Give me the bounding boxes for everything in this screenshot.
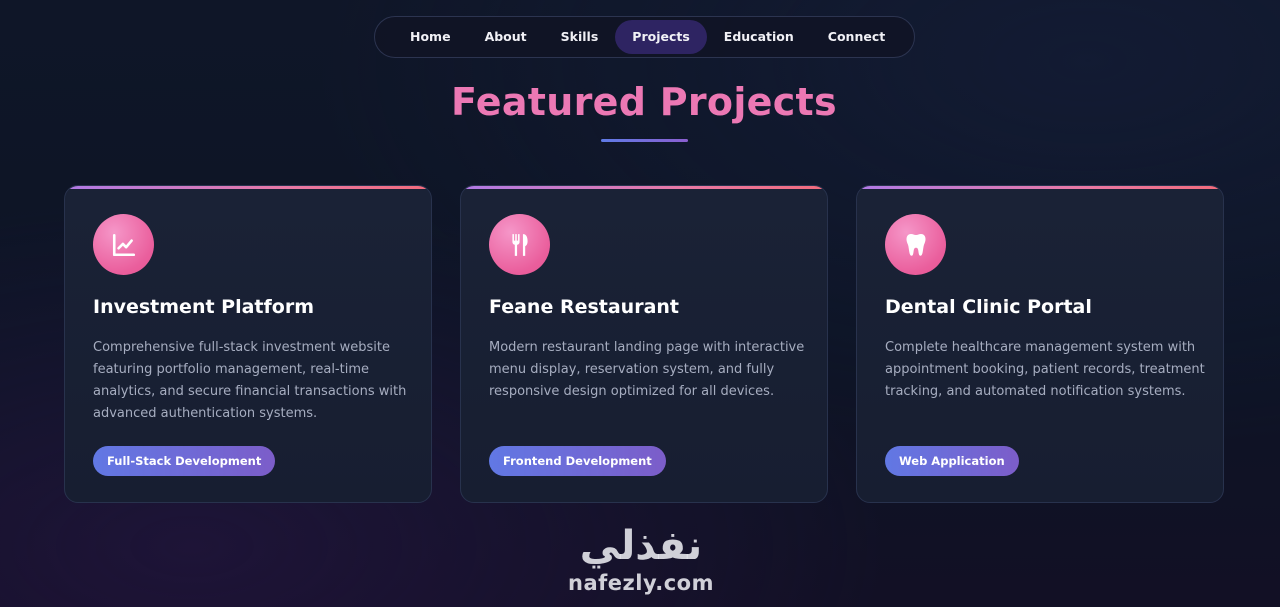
nav-item-connect[interactable]: Connect [811, 20, 902, 54]
project-card-restaurant[interactable]: Feane Restaurant Modern restaurant landi… [460, 185, 828, 503]
project-tag: Web Application [885, 446, 1019, 476]
card-accent-bar [65, 186, 431, 189]
section-title: Featured Projects [451, 80, 837, 124]
card-accent-bar [857, 186, 1223, 189]
nafezly-watermark: نفذلي nafezly.com [556, 522, 726, 606]
card-accent-bar [461, 186, 827, 189]
project-tag: Frontend Development [489, 446, 666, 476]
tooth-icon [885, 214, 946, 275]
nav-item-skills[interactable]: Skills [544, 20, 616, 54]
project-description: Comprehensive full-stack investment webs… [93, 340, 407, 421]
nav-item-projects[interactable]: Projects [615, 20, 707, 54]
project-card-dental[interactable]: Dental Clinic Portal Complete healthcare… [856, 185, 1224, 503]
top-navigation: Home About Skills Projects Education Con… [374, 16, 915, 58]
project-description: Modern restaurant landing page with inte… [489, 340, 805, 399]
project-card-investment[interactable]: Investment Platform Comprehensive full-s… [64, 185, 432, 503]
utensils-icon [489, 214, 550, 275]
project-cards: Investment Platform Comprehensive full-s… [64, 185, 1224, 503]
chart-line-icon [93, 214, 154, 275]
watermark-latin-text: nafezly.com [568, 571, 714, 595]
nav-item-about[interactable]: About [468, 20, 544, 54]
project-tag: Full-Stack Development [93, 446, 276, 476]
project-title: Dental Clinic Portal [885, 296, 1092, 318]
project-title: Investment Platform [93, 296, 314, 318]
title-underline [601, 139, 688, 142]
project-title: Feane Restaurant [489, 296, 679, 318]
nav-item-home[interactable]: Home [393, 20, 468, 54]
watermark-arabic-text: نفذلي [579, 523, 703, 569]
nav-item-education[interactable]: Education [707, 20, 811, 54]
project-description: Complete healthcare management system wi… [885, 340, 1205, 399]
